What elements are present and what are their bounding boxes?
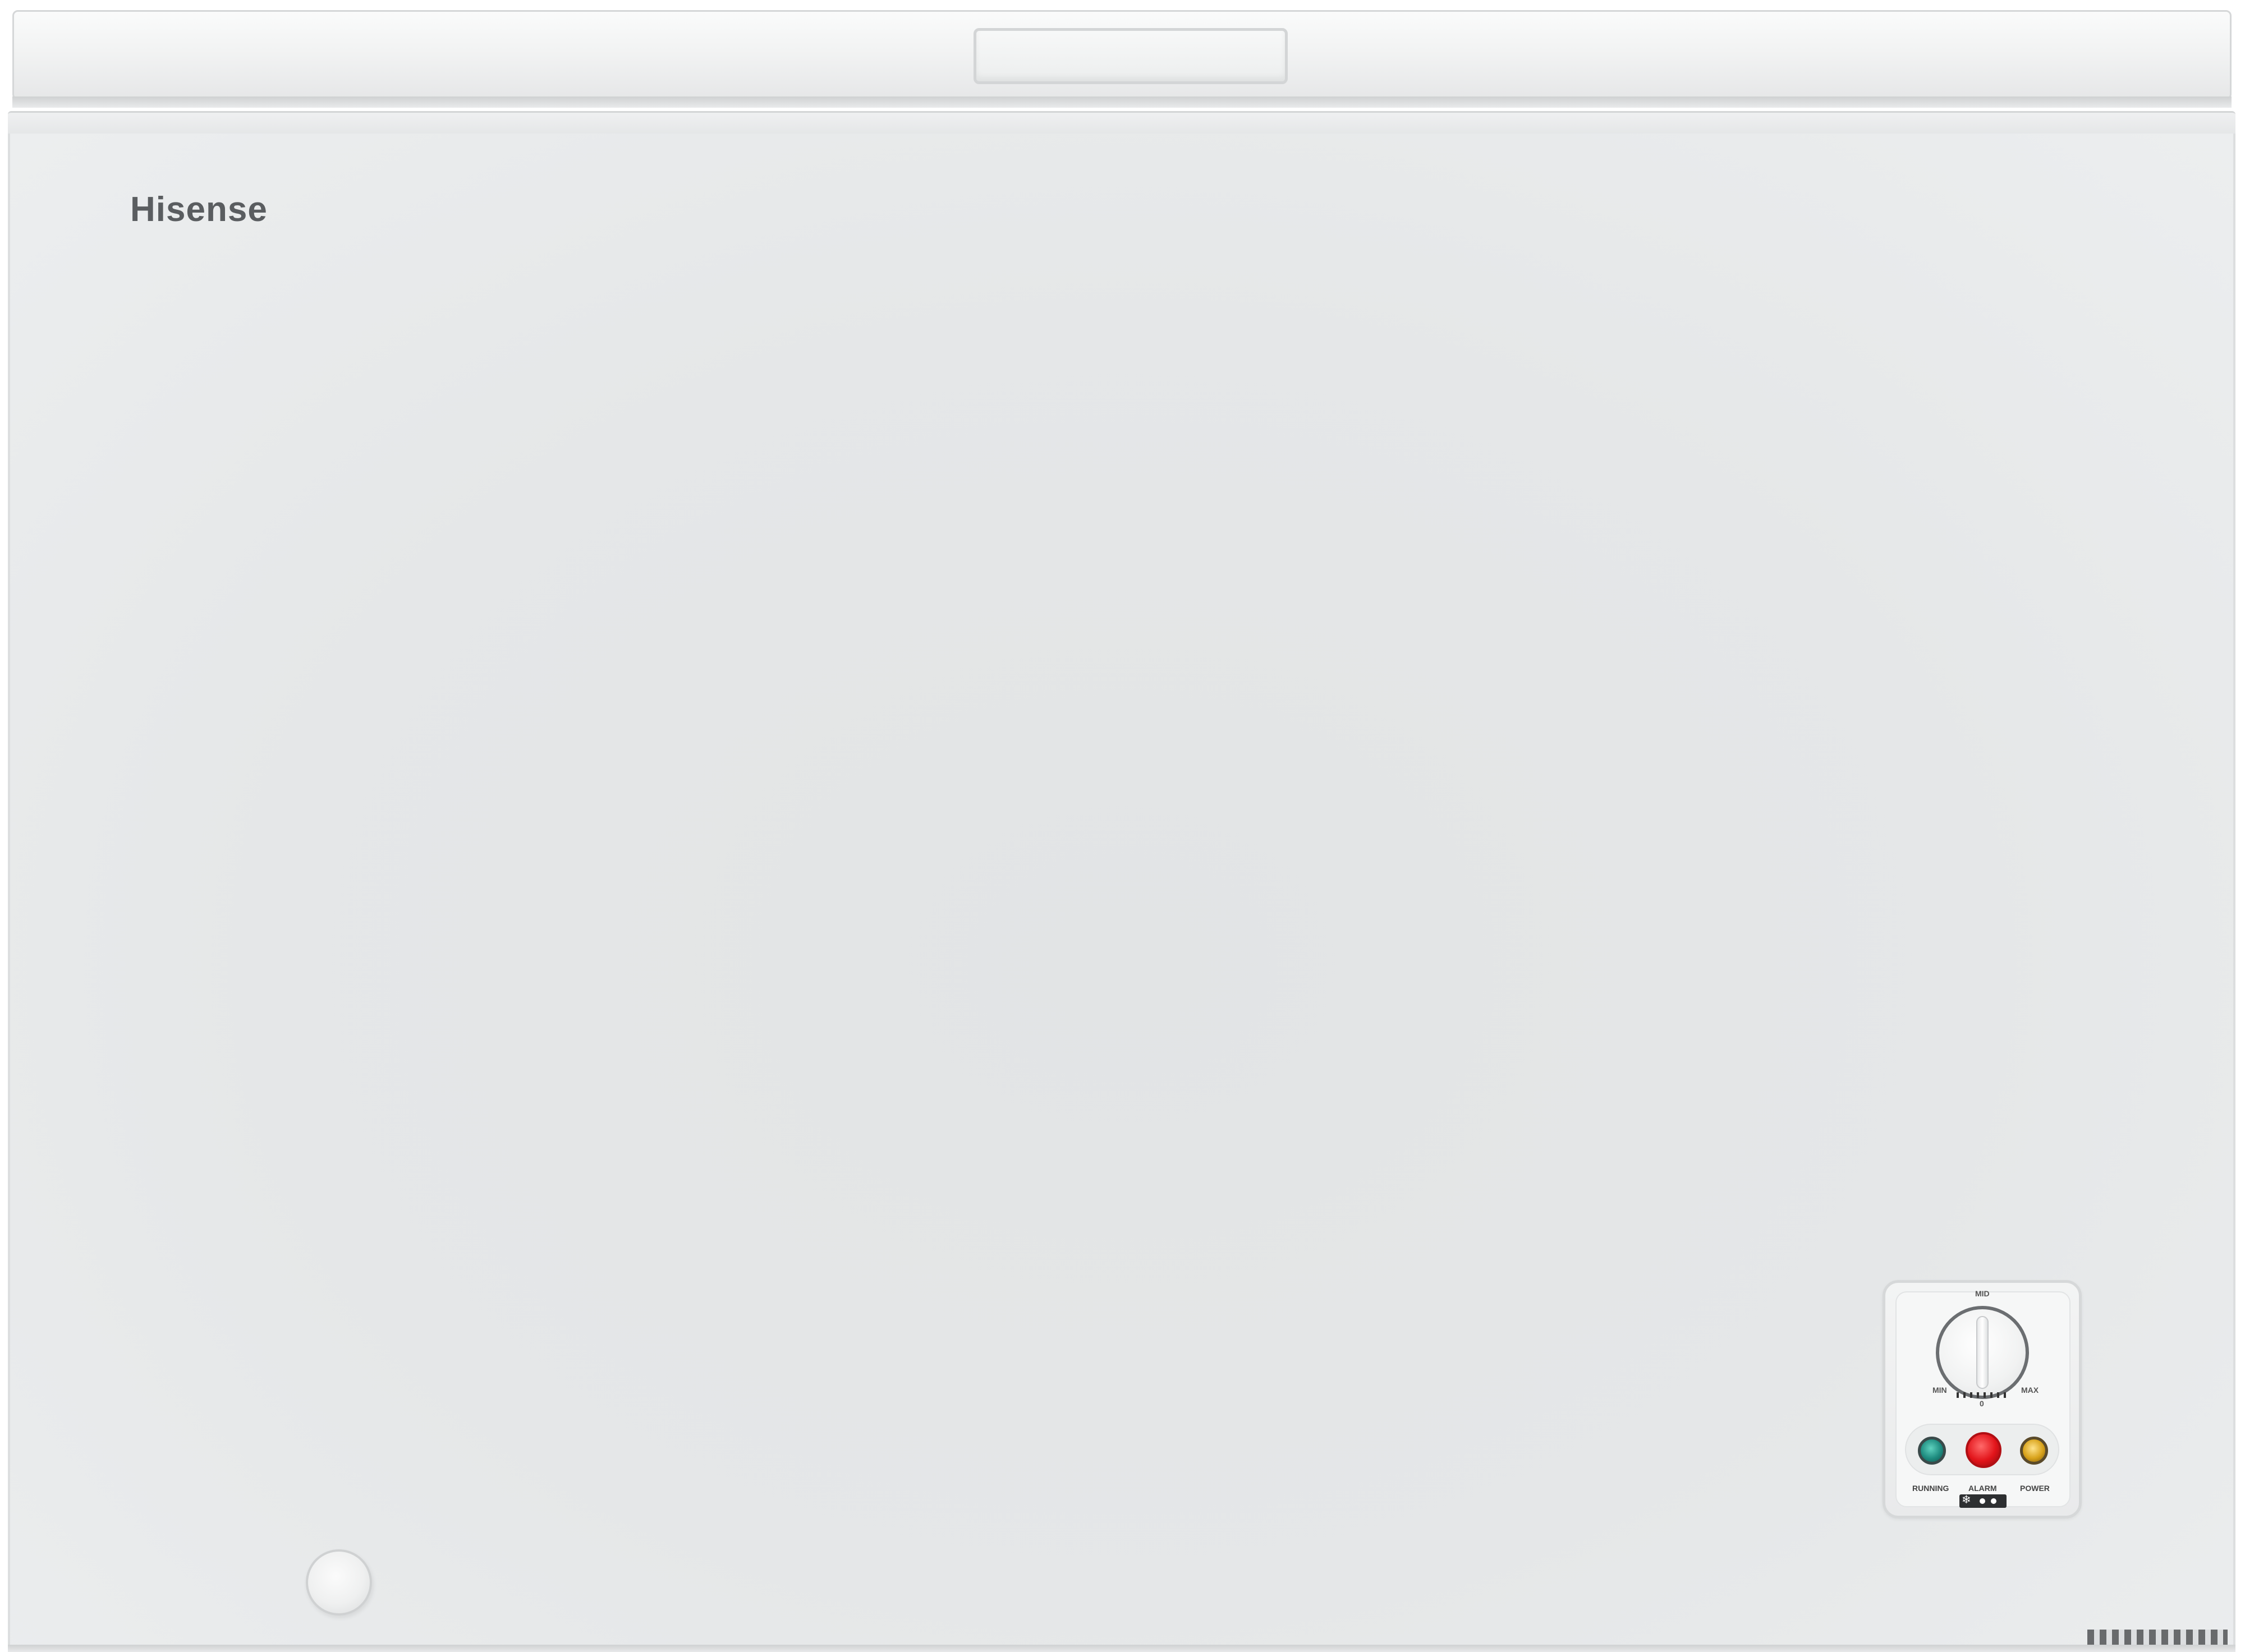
lid-handle[interactable] bbox=[974, 28, 1288, 84]
dial-label-min: MIN bbox=[1932, 1386, 1947, 1395]
dial-label-max: MAX bbox=[2021, 1386, 2039, 1395]
fast-freeze-dot bbox=[1991, 1498, 1996, 1504]
alarm-light bbox=[1966, 1432, 2001, 1468]
power-light bbox=[2020, 1437, 2048, 1465]
lid-edge bbox=[12, 96, 2232, 108]
cabinet-base bbox=[8, 1645, 2235, 1652]
running-label: RUNNING bbox=[1912, 1484, 1949, 1493]
dial-label-mid: MID bbox=[1975, 1289, 1990, 1298]
rear-vent bbox=[2087, 1630, 2228, 1646]
brand-logo: Hisense bbox=[130, 190, 268, 229]
fast-freeze-dot bbox=[1980, 1498, 1985, 1504]
alarm-label: ALARM bbox=[1968, 1484, 1997, 1493]
running-light bbox=[1918, 1437, 1946, 1465]
chest-freezer-photo: Hisense MID MIN MAX 0 RUNNING ALARM POWE… bbox=[0, 0, 2245, 1652]
power-label: POWER bbox=[2020, 1484, 2050, 1493]
snowflake-icon: ❄ bbox=[1962, 1494, 1971, 1506]
dial-ticks bbox=[1957, 1392, 2010, 1398]
dial-label-zero: 0 bbox=[1980, 1399, 1984, 1408]
drain-plug[interactable] bbox=[306, 1549, 372, 1616]
knob-grip bbox=[1976, 1316, 1989, 1389]
